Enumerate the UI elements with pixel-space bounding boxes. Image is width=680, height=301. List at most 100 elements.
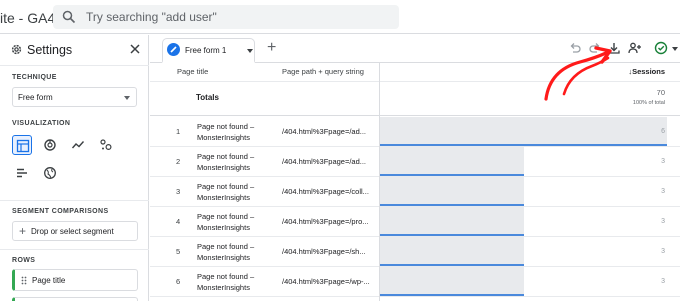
add-tab-button[interactable]: + [267,39,276,57]
viz-scatter-button[interactable] [96,135,116,155]
row-title-line-2: MonsterInsights [197,283,250,292]
sessions-bar-line [380,264,524,266]
row-page-title: Page not found – MonsterInsights [197,271,277,293]
row-title-line-2: MonsterInsights [197,253,250,262]
status-chevron-down-icon[interactable] [672,47,678,51]
col-sessions[interactable]: ↓Sessions [628,67,665,76]
row-number: 3 [176,187,181,196]
drag-handle-icon[interactable] [21,276,27,285]
row-title-line-1: Page not found – [197,212,255,221]
row-page-path: /404.html%3Fpage=/ad... [282,127,367,136]
row-page-path: /404.html%3Fpage=/coll... [282,187,369,196]
row-number: 5 [176,247,181,256]
row-page-path: /404.html%3Fpage=/wp-... [282,277,370,286]
pencil-icon [167,43,180,56]
segment-button-label: Drop or select segment [31,227,114,236]
totals-label: Totals [196,93,219,102]
search-bar[interactable]: Try searching "add user" [53,5,399,29]
table-row[interactable]: 5 Page not found – MonsterInsights/404.htm… [150,237,680,267]
chevron-down-icon [124,96,130,100]
gear-icon [11,44,22,55]
row-sessions-value: 3 [661,188,665,195]
row-title-line-1: Page not found – [197,152,255,161]
sessions-bar [380,237,524,266]
settings-title: Settings [27,43,73,57]
row-page-title: Page not found – MonsterInsights [197,241,277,263]
row-number: 2 [176,157,181,166]
sessions-bar [380,207,524,236]
donut-chart-icon [44,139,56,151]
row-title-line-1: Page not found – [197,122,255,131]
row-page-path: /404.html%3Fpage=/sh... [282,247,366,256]
panel-divider-2 [0,249,149,250]
viz-table-button[interactable] [12,135,32,155]
technique-value: Free form [18,93,53,102]
table-row[interactable]: 6 Page not found – MonsterInsights/404.htm… [150,267,680,297]
geo-map-icon [44,167,56,179]
viz-bar-button[interactable] [12,163,32,183]
row-title-line-2: MonsterInsights [197,193,250,202]
technique-label: TECHNIQUE [12,74,57,81]
row-number: 1 [176,127,181,136]
row-page-path: /404.html%3Fpage=/pro... [282,217,369,226]
settings-header: Settings [0,35,149,66]
line-chart-icon [71,141,85,149]
col-page-title[interactable]: Page title [177,67,208,76]
scatter-icon [100,139,112,151]
plus-icon: + [19,224,27,238]
row-number: 6 [176,277,181,286]
analytics-explore-screen: ite - GA4 Try searching "add user" Setti… [0,0,680,301]
segment-drop-button[interactable]: + Drop or select segment [12,221,138,241]
sessions-bar-line [380,204,524,206]
row-sessions-value: 3 [661,218,665,225]
row-page-path: /404.html%3Fpage=/ad... [282,157,367,166]
viz-geo-button[interactable] [40,163,60,183]
row-sessions-value: 3 [661,158,665,165]
totals-value: 70 [656,88,665,97]
viz-line-button[interactable] [68,135,88,155]
table-row[interactable]: 1 Page not found – MonsterInsights/404.htm… [150,117,680,147]
row-page-title: Page not found – MonsterInsights [197,121,277,143]
app-title: ite - GA4 [0,10,56,26]
row-chip-label: Page title [32,276,66,285]
tab-free-form-1[interactable]: Free form 1 [162,38,255,63]
sessions-bar-line [380,144,667,146]
bar-chart-icon [17,168,27,178]
check-status-icon[interactable] [654,41,668,55]
row-title-line-1: Page not found – [197,242,255,251]
col-page-path[interactable]: Page path + query string [282,67,364,76]
share-icon[interactable] [628,41,642,55]
technique-select[interactable]: Free form [12,87,137,107]
tab-menu-chevron-icon[interactable] [247,49,253,53]
row-title-line-1: Page not found – [197,182,255,191]
sessions-bar-line [380,294,524,296]
search-input[interactable]: Try searching "add user" [86,10,217,24]
totals-percent: 100% of total [632,100,665,106]
table-row[interactable]: 4 Page not found – MonsterInsights/404.htm… [150,207,680,237]
panel-divider [0,200,149,201]
table-row[interactable]: 2 Page not found – MonsterInsights/404.htm… [150,147,680,177]
table-icon [16,139,30,153]
row-page-title: Page not found – MonsterInsights [197,181,277,203]
close-icon[interactable] [129,43,141,55]
rows-label: ROWS [12,257,36,264]
row-dimension-chip[interactable]: Page title [12,269,138,291]
row-number: 4 [176,217,181,226]
row-dimension-chip-2[interactable] [12,297,138,301]
table-row[interactable]: 3 Page not found – MonsterInsights/404.htm… [150,177,680,207]
row-title-line-2: MonsterInsights [197,133,250,142]
row-sessions-value: 3 [661,278,665,285]
row-sessions-value: 6 [661,128,665,135]
sessions-bar-line [380,234,524,236]
sessions-bar [380,117,667,146]
viz-donut-button[interactable] [40,135,60,155]
sessions-bar [380,177,524,206]
segment-label: SEGMENT COMPARISONS [12,208,109,215]
row-title-line-1: Page not found – [197,272,255,281]
row-title-line-2: MonsterInsights [197,163,250,172]
search-icon [62,10,76,24]
row-page-title: Page not found – MonsterInsights [197,211,277,233]
sessions-bar [380,147,524,176]
top-bar: ite - GA4 Try searching "add user" [0,0,680,34]
sessions-bar-line [380,174,524,176]
